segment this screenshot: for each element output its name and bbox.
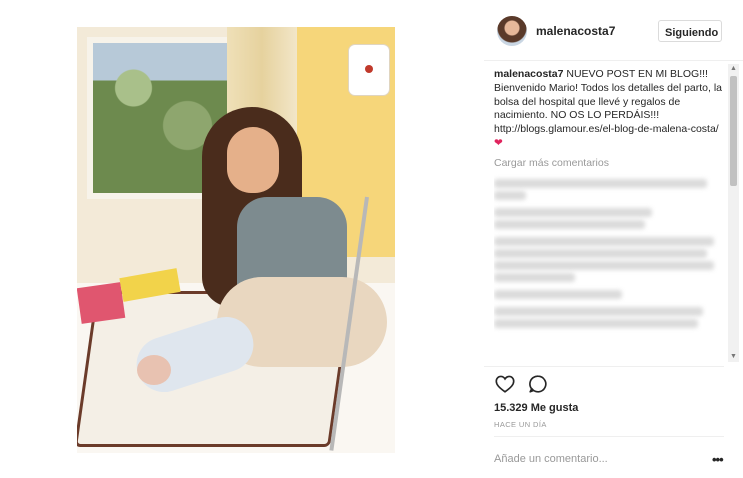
post-timestamp[interactable]: HACE UN DÍA: [494, 420, 547, 429]
divider: [484, 366, 724, 367]
baby-face: [137, 355, 171, 385]
list-item: [494, 236, 726, 282]
comment-icon[interactable]: [527, 373, 549, 395]
load-more-comments[interactable]: Cargar más comentarios: [494, 157, 726, 171]
username-link[interactable]: malenacosta7: [536, 24, 615, 38]
post-photo[interactable]: [77, 27, 395, 453]
list-item: [494, 306, 726, 328]
list-item: [494, 207, 726, 229]
more-options-icon[interactable]: •••: [712, 452, 724, 467]
scroll-thumb[interactable]: [730, 76, 737, 186]
caption: malenacosta7 NUEVO POST EN MI BLOG!!! Bi…: [494, 68, 726, 151]
comments-list[interactable]: malenacosta7 NUEVO POST EN MI BLOG!!! Bi…: [494, 68, 726, 364]
avatar[interactable]: [497, 16, 527, 46]
comments-scrollbar[interactable]: ▲ ▼: [728, 64, 739, 362]
list-item: [494, 178, 726, 200]
following-button[interactable]: Siguiendo: [658, 20, 722, 42]
scroll-up-arrow-icon[interactable]: ▲: [728, 64, 739, 74]
scroll-down-arrow-icon[interactable]: ▼: [728, 352, 739, 362]
divider: [494, 436, 724, 437]
add-comment-input[interactable]: [494, 451, 694, 467]
wall-device: [349, 45, 389, 95]
likes-count[interactable]: 15.329 Me gusta: [494, 402, 578, 414]
list-item: [494, 289, 726, 299]
heart-icon[interactable]: [494, 373, 516, 395]
woman-face: [227, 127, 279, 193]
pink-folder: [77, 282, 126, 324]
caption-username[interactable]: malenacosta7: [494, 68, 563, 80]
heart-emoji: ❤: [494, 136, 503, 149]
